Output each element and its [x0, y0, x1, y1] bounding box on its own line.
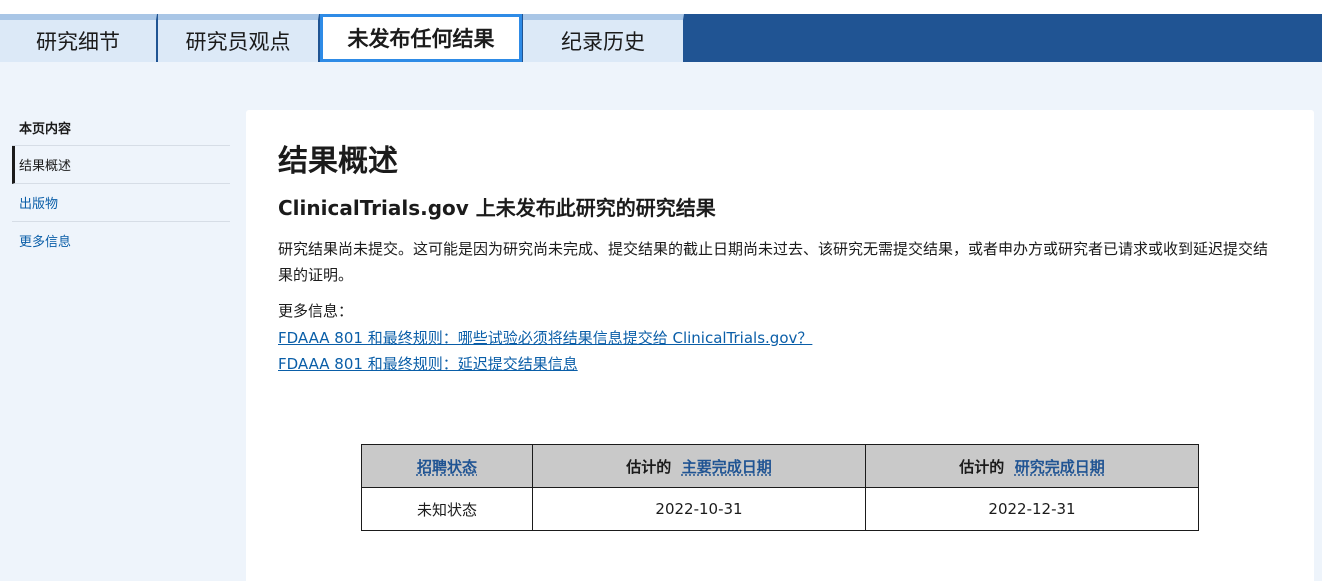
link-delay-results[interactable]: FDAAA 801 和最终规则：延迟提交结果信息 — [278, 353, 578, 374]
recruitment-status-link[interactable]: 招聘状态 — [417, 458, 477, 476]
link-which-trials-submit[interactable]: FDAAA 801 和最终规则：哪些试验必须将结果信息提交给 ClinicalT… — [278, 327, 812, 348]
header-prefix: 估计的 — [626, 457, 672, 476]
header-primary-completion: 估计的 主要完成日期 — [532, 444, 866, 488]
cell-study-completion-date: 2022-12-31 — [865, 487, 1199, 531]
table-row: 未知状态 2022-10-31 2022-12-31 — [361, 487, 1199, 531]
cell-primary-completion-date: 2022-10-31 — [532, 487, 866, 531]
primary-completion-link[interactable]: 主要完成日期 — [682, 458, 772, 476]
sidebar-item-more-info[interactable]: 更多信息 — [12, 222, 230, 259]
header-recruitment-status: 招聘状态 — [361, 444, 533, 488]
top-strip — [0, 0, 1322, 14]
page-title: 结果概述 — [278, 144, 398, 179]
more-info-label: 更多信息： — [278, 302, 354, 320]
tab-bar: 研究细节 研究员观点 未发布任何结果 纪录历史 — [0, 14, 1322, 62]
sidebar-heading: 本页内容 — [12, 108, 230, 146]
sidebar-item-publications[interactable]: 出版物 — [12, 184, 230, 222]
sidebar-item-results-overview[interactable]: 结果概述 — [12, 146, 230, 184]
tab-no-results-posted[interactable]: 未发布任何结果 — [320, 14, 522, 62]
tab-study-details[interactable]: 研究细节 — [0, 14, 157, 62]
cell-status: 未知状态 — [361, 487, 533, 531]
section-subtitle: ClinicalTrials.gov 上未发布此研究的研究结果 — [278, 196, 716, 220]
table-header-row: 招聘状态 估计的 主要完成日期 估计的 研究完成日期 — [361, 444, 1199, 488]
study-completion-link[interactable]: 研究完成日期 — [1015, 458, 1105, 476]
tab-researcher-view[interactable]: 研究员观点 — [158, 14, 319, 62]
page: 研究细节 研究员观点 未发布任何结果 纪录历史 本页内容 结果概述 出版物 更多… — [0, 0, 1322, 581]
tab-record-history[interactable]: 纪录历史 — [523, 14, 684, 62]
sidebar-toc: 本页内容 结果概述 出版物 更多信息 — [12, 108, 230, 259]
header-prefix: 估计的 — [959, 457, 1005, 476]
results-card: 结果概述 ClinicalTrials.gov 上未发布此研究的研究结果 研究结… — [246, 110, 1314, 581]
header-study-completion: 估计的 研究完成日期 — [865, 444, 1199, 488]
results-explanation: 研究结果尚未提交。这可能是因为研究尚未完成、提交结果的截止日期尚未过去、该研究无… — [278, 240, 1269, 284]
status-table: 招聘状态 估计的 主要完成日期 估计的 研究完成日期 未知状态 2022-10-… — [361, 444, 1199, 531]
